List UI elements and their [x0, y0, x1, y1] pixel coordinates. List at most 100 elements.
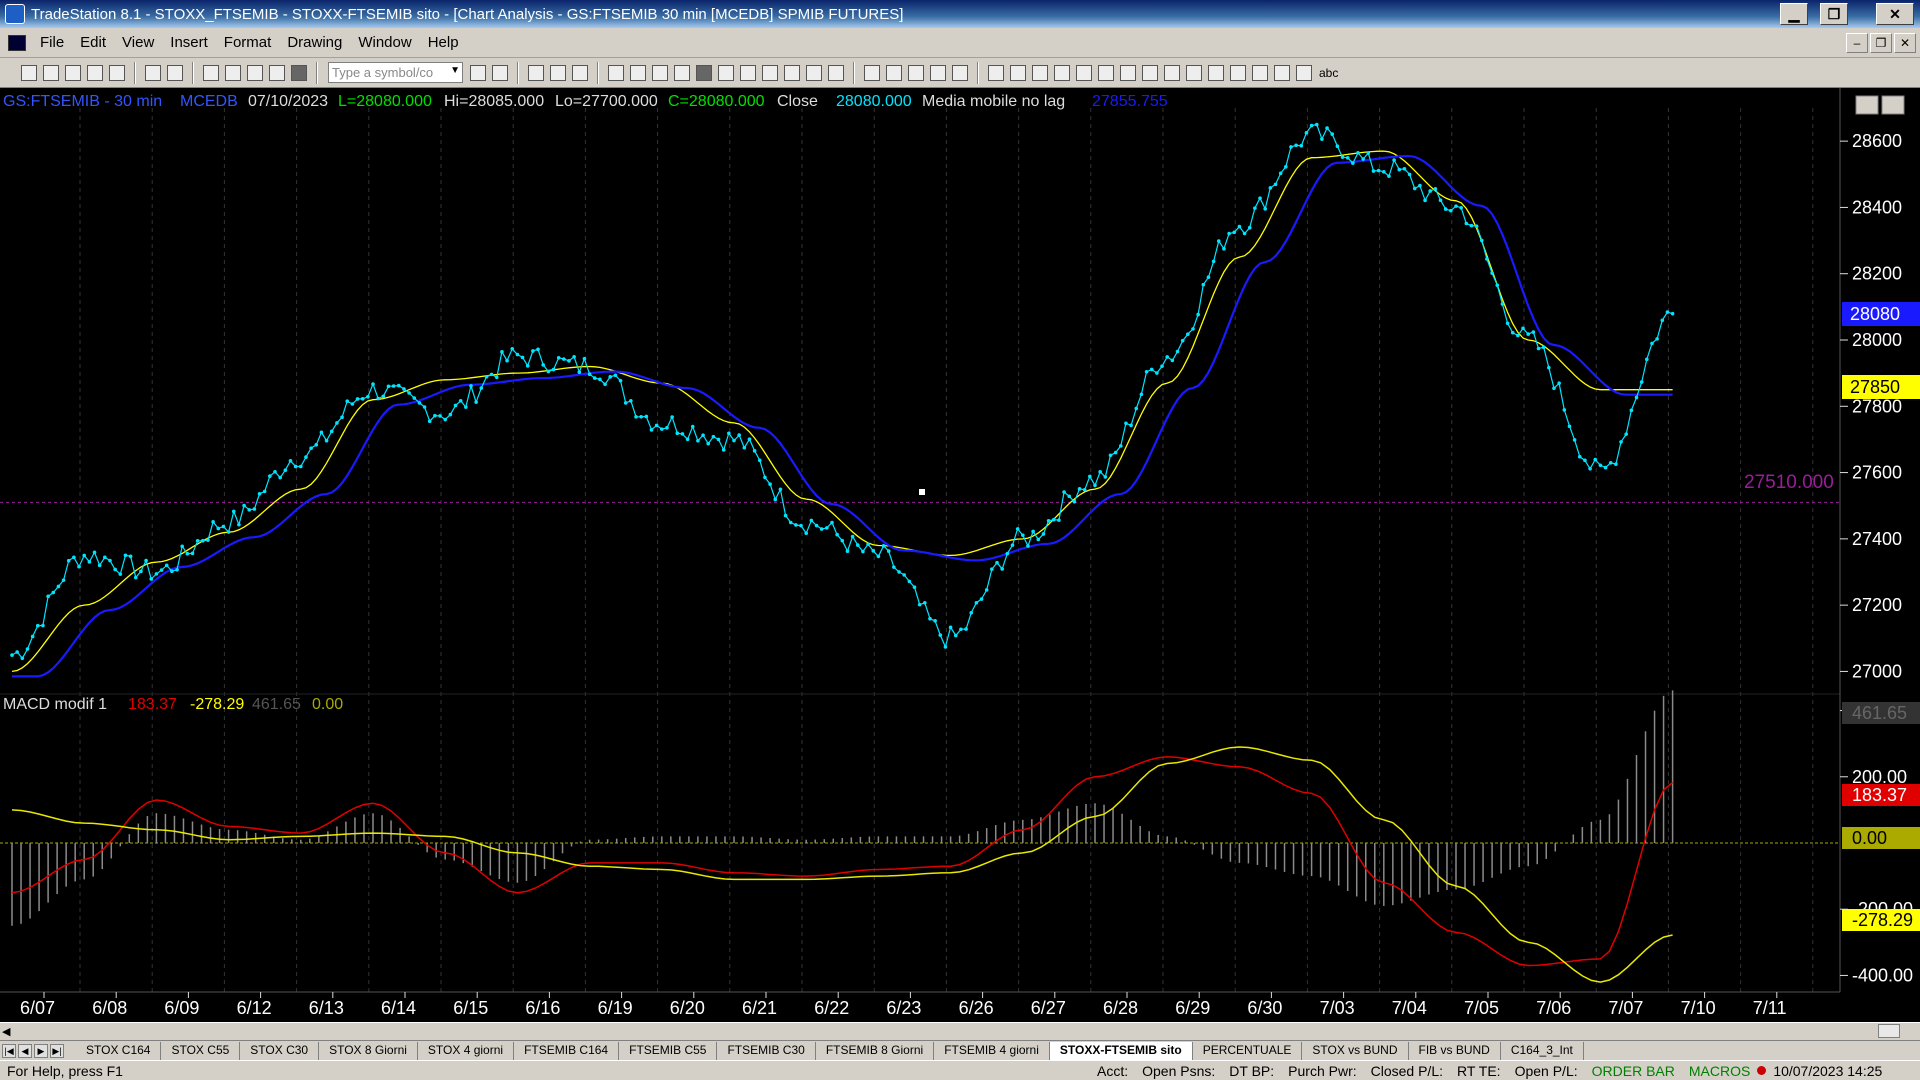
format-icon[interactable] [674, 64, 690, 81]
go-arrow-icon[interactable] [470, 64, 486, 81]
close-button[interactable]: ✕ [1876, 3, 1914, 25]
symbol-lookup-icon[interactable] [492, 64, 508, 81]
price-point [479, 386, 484, 390]
menu-window[interactable]: Window [350, 34, 419, 51]
price-point [953, 633, 958, 638]
zoom-out-icon[interactable] [828, 64, 844, 81]
menu-drawing[interactable]: Drawing [279, 34, 350, 51]
tab-ftsemib-c55[interactable]: FTSEMIB C55 [619, 1041, 718, 1060]
subwindow-restore-button[interactable] [1881, 95, 1905, 115]
price-point [835, 532, 839, 537]
drawing-object-icon[interactable] [886, 64, 902, 81]
menu-file[interactable]: File [32, 34, 72, 51]
zoom-in-icon[interactable] [806, 64, 822, 81]
increase-spacing-icon[interactable] [762, 64, 778, 81]
folder-icon[interactable] [109, 64, 125, 81]
tab-percentuale[interactable]: PERCENTUALE [1193, 1041, 1303, 1060]
vertical-line-icon[interactable] [1032, 64, 1048, 81]
subwindow-min-button[interactable] [1855, 95, 1879, 115]
tab-stox-c30[interactable]: STOX C30 [240, 1041, 320, 1060]
trendline-icon[interactable] [988, 64, 1004, 81]
mdi-close-button[interactable]: ✕ [1894, 33, 1916, 53]
bar-chart-icon[interactable] [608, 64, 624, 81]
speed-lines-icon[interactable] [1120, 64, 1136, 81]
grid-icon[interactable] [572, 64, 588, 81]
menu-help[interactable]: Help [420, 34, 467, 51]
menu-view[interactable]: View [114, 34, 162, 51]
minimize-button[interactable]: ▁ [1780, 3, 1808, 25]
tab-ftsemib-4-giorni[interactable]: FTSEMIB 4 giorni [934, 1041, 1050, 1060]
options-icon[interactable] [952, 64, 968, 81]
menu-edit[interactable]: Edit [72, 34, 114, 51]
ellipse-icon[interactable] [1274, 64, 1290, 81]
macros-button[interactable]: MACROS [1682, 1063, 1757, 1079]
scroll-thumb[interactable] [1878, 1024, 1900, 1038]
new-icon[interactable] [21, 64, 37, 81]
tab-ftsemib-c30[interactable]: FTSEMIB C30 [717, 1041, 816, 1060]
print-preview-icon[interactable] [167, 64, 183, 81]
channel-icon[interactable] [1054, 64, 1070, 81]
open-workspace-icon[interactable] [65, 64, 81, 81]
arrow-up-icon[interactable] [1252, 64, 1268, 81]
data-icon[interactable] [696, 64, 712, 81]
properties-icon[interactable] [908, 64, 924, 81]
tab-stoxx-ftsemib-sito[interactable]: STOXX-FTSEMIB sito [1049, 1041, 1193, 1060]
horizontal-scrollbar[interactable]: ◀ [0, 1022, 1920, 1040]
symbol-input[interactable]: Type a symbol/co ▼ [328, 62, 463, 83]
arrow-down-icon[interactable] [1230, 64, 1246, 81]
price-point [288, 459, 293, 463]
text-tool[interactable]: abc [1319, 66, 1338, 80]
lock-icon[interactable] [247, 64, 263, 81]
tab-c164-3-int[interactable]: C164_3_Int [1501, 1041, 1584, 1060]
tab-stox-4-giorni[interactable]: STOX 4 giorni [418, 1041, 515, 1060]
tab-fib-vs-bund[interactable]: FIB vs BUND [1409, 1041, 1501, 1060]
bar-spacing-icon[interactable] [718, 64, 734, 81]
snapshot-icon[interactable] [930, 64, 946, 81]
layout2-icon[interactable] [550, 64, 566, 81]
chart-doc-icon[interactable] [8, 34, 26, 51]
strategy-icon[interactable] [652, 64, 668, 81]
mdi-restore-button[interactable]: ❐ [1870, 33, 1892, 53]
tab-ftsemib-c164[interactable]: FTSEMIB C164 [514, 1041, 620, 1060]
rectangle-icon[interactable] [1296, 64, 1312, 81]
arc-icon[interactable] [1186, 64, 1202, 81]
tab-ftsemib-8-giorni[interactable]: FTSEMIB 8 Giorni [816, 1041, 935, 1060]
insert-analysis-icon[interactable] [630, 64, 646, 81]
chart-svg[interactable]: 28600 28400 28200 28000 27800 27600 27400 27200… [0, 88, 1920, 1022]
fibonacci-icon[interactable] [1098, 64, 1114, 81]
tab-last-icon[interactable]: ▶| [50, 1043, 64, 1058]
gann-fan-icon[interactable] [1142, 64, 1158, 81]
tab-stox-c55[interactable]: STOX C55 [161, 1041, 241, 1060]
scroll-left-icon[interactable]: ◀ [2, 1025, 10, 1038]
horizontal-line-icon[interactable] [1010, 64, 1026, 81]
freehand-icon[interactable] [1208, 64, 1224, 81]
menu-insert[interactable]: Insert [162, 34, 216, 51]
copy-icon[interactable] [225, 64, 241, 81]
save-icon[interactable] [87, 64, 103, 81]
order-bar-button[interactable]: ORDER BAR [1585, 1063, 1682, 1079]
maximize-button[interactable]: ❐ [1820, 3, 1848, 25]
tab-stox-8-giorni[interactable]: STOX 8 Giorni [319, 1041, 418, 1060]
mdi-minimize-button[interactable]: – [1846, 33, 1868, 53]
tab-next-icon[interactable]: ▶ [34, 1043, 48, 1058]
cut-icon[interactable] [203, 64, 219, 81]
scale-icon[interactable] [740, 64, 756, 81]
layout-icon[interactable] [528, 64, 544, 81]
price-point [1201, 282, 1206, 287]
tab-first-icon[interactable]: |◀ [2, 1043, 16, 1058]
price-point [984, 588, 989, 592]
chevron-down-icon[interactable]: ▼ [450, 65, 460, 76]
open-icon[interactable] [43, 64, 59, 81]
pointer-icon[interactable] [864, 64, 880, 81]
print-icon[interactable] [145, 64, 161, 81]
decrease-spacing-icon[interactable] [784, 64, 800, 81]
menu-format[interactable]: Format [216, 34, 280, 51]
globe-icon[interactable] [291, 64, 307, 81]
tab-prev-icon[interactable]: ◀ [18, 1043, 32, 1058]
tab-stox-vs-bund[interactable]: STOX vs BUND [1302, 1041, 1409, 1060]
regression-icon[interactable] [1076, 64, 1092, 81]
andrews-pitchfork-icon[interactable] [1164, 64, 1180, 81]
tab-stox-c164[interactable]: STOX C164 [76, 1041, 162, 1060]
chart-area[interactable]: 28600 28400 28200 28000 27800 27600 27400 27200… [0, 88, 1920, 1022]
paste-icon[interactable] [269, 64, 285, 81]
